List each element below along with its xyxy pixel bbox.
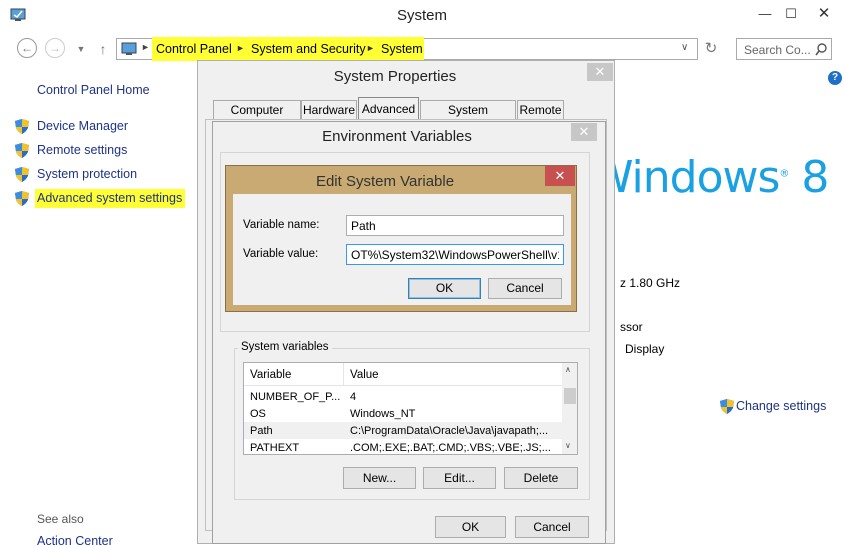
windows-logo-text: Windows® 8: [590, 152, 829, 203]
environment-ok-button[interactable]: OK: [435, 516, 506, 538]
table-row[interactable]: PATHEXT .COM;.EXE;.BAT;.CMD;.VBS;.VBE;.J…: [244, 439, 562, 454]
back-button[interactable]: ←: [17, 38, 39, 60]
tab-computer-name[interactable]: Computer Name: [213, 100, 301, 135]
title-bar: System — ☐ ✕: [0, 0, 844, 32]
registered-mark: ®: [779, 168, 789, 180]
breadcrumb: Control Panel ► System and Security ► Sy…: [152, 37, 424, 61]
help-icon[interactable]: ?: [828, 71, 842, 85]
advanced-system-settings-link[interactable]: Advanced system settings: [35, 189, 186, 208]
column-header-value[interactable]: Value: [350, 369, 379, 381]
list-header: Variable Value: [244, 363, 562, 386]
shield-icon: [15, 119, 29, 134]
action-center-link[interactable]: Action Center: [37, 534, 113, 548]
maximize-button[interactable]: ☐: [778, 4, 804, 24]
chevron-right-icon: ►: [141, 42, 150, 52]
new-variable-button[interactable]: New...: [343, 467, 416, 489]
control-panel-home-link[interactable]: Control Panel Home: [37, 83, 150, 97]
shield-icon: [720, 399, 734, 414]
table-row[interactable]: NUMBER_OF_P... 4: [244, 388, 562, 405]
chevron-right-icon[interactable]: ►: [236, 43, 245, 53]
forward-button[interactable]: →: [45, 38, 67, 60]
environment-variables-title: Environment Variables: [322, 128, 472, 145]
environment-variables-close-button[interactable]: ✕: [571, 123, 597, 141]
search-icon[interactable]: [815, 43, 827, 56]
window-title: System: [396, 7, 447, 24]
remote-settings-link[interactable]: Remote settings: [37, 143, 127, 157]
variable-value-label: Variable value:: [243, 248, 319, 260]
crumb-system[interactable]: System: [381, 42, 423, 56]
edit-ok-button[interactable]: OK: [408, 278, 481, 299]
variable-name-cell: PATHEXT: [250, 442, 300, 454]
search-box[interactable]: Search Co...: [736, 38, 832, 60]
recent-pages-button[interactable]: ▼: [70, 38, 92, 60]
edit-variable-button[interactable]: Edit...: [423, 467, 496, 489]
up-button[interactable]: ↑: [92, 38, 114, 60]
scrollbar-thumb[interactable]: [564, 388, 576, 404]
variable-name-label: Variable name:: [243, 219, 320, 231]
crumb-control-panel[interactable]: Control Panel: [156, 42, 232, 56]
list-scrollbar[interactable]: ∧ ∨: [562, 363, 577, 454]
tab-system-protection[interactable]: System Protection: [420, 100, 516, 135]
windows-version: 8: [801, 152, 829, 203]
variable-name-cell: Path: [250, 425, 273, 437]
delete-variable-button[interactable]: Delete: [504, 467, 578, 489]
column-divider: [343, 363, 344, 386]
column-header-variable[interactable]: Variable: [250, 369, 291, 381]
variable-value-cell: 4: [350, 391, 357, 403]
variable-value-cell: Windows_NT: [350, 408, 416, 420]
system-variables-list[interactable]: Variable Value NUMBER_OF_P... 4 OS Windo…: [243, 362, 578, 455]
scroll-down-icon[interactable]: ∨: [565, 441, 571, 450]
back-arrow-icon: ←: [17, 38, 37, 58]
system-properties-title: System Properties: [333, 68, 457, 85]
minimize-button[interactable]: —: [752, 4, 778, 24]
variable-value-input[interactable]: [346, 244, 564, 265]
tab-advanced[interactable]: Advanced: [358, 97, 419, 119]
system-protection-link[interactable]: System protection: [37, 167, 137, 181]
environment-cancel-button[interactable]: Cancel: [515, 516, 589, 538]
edit-dialog-close-button[interactable]: ✕: [545, 166, 575, 186]
refresh-button[interactable]: ↻: [700, 38, 722, 60]
system-properties-close-button[interactable]: ✕: [587, 63, 613, 81]
address-bar[interactable]: ► Control Panel ► System and Security ► …: [116, 37, 698, 61]
edit-system-variable-title: Edit System Variable: [315, 173, 455, 190]
device-manager-link[interactable]: Device Manager: [37, 119, 128, 133]
shield-icon: [15, 143, 29, 158]
change-settings-link[interactable]: Change settings: [736, 399, 826, 413]
processor-speed: z 1.80 GHz: [620, 276, 681, 290]
edit-cancel-button[interactable]: Cancel: [488, 278, 562, 299]
variable-value-cell: .COM;.EXE;.BAT;.CMD;.VBS;.VBE;.JS;...: [350, 442, 551, 454]
variable-name-cell: NUMBER_OF_P...: [250, 391, 341, 403]
table-row-selected[interactable]: Path C:\ProgramData\Oracle\Java\javapath…: [244, 422, 562, 439]
shield-icon: [15, 191, 29, 206]
variable-value-cell: C:\ProgramData\Oracle\Java\javapath;...: [350, 425, 549, 437]
processor-type: ssor: [620, 320, 643, 334]
table-row[interactable]: OS Windows_NT: [244, 405, 562, 422]
crumb-system-and-security[interactable]: System and Security: [251, 42, 366, 56]
chevron-down-icon[interactable]: ∨: [681, 42, 688, 53]
close-button[interactable]: ✕: [806, 4, 842, 24]
see-also-heading: See also: [37, 512, 84, 526]
windows-brand: Windows: [590, 152, 780, 203]
search-input[interactable]: Search Co...: [744, 43, 811, 57]
system-variables-label: System variables: [238, 341, 332, 353]
tab-remote[interactable]: Remote: [517, 100, 564, 119]
variable-name-input[interactable]: [346, 215, 564, 236]
variable-name-cell: OS: [250, 408, 266, 420]
forward-arrow-icon: →: [45, 38, 65, 58]
shield-icon: [15, 167, 29, 182]
chevron-right-icon[interactable]: ►: [366, 43, 375, 53]
control-panel-icon: [121, 42, 137, 55]
display-info: Display: [625, 342, 665, 356]
scroll-up-icon[interactable]: ∧: [565, 365, 571, 374]
tab-hardware[interactable]: Hardware: [301, 100, 357, 119]
